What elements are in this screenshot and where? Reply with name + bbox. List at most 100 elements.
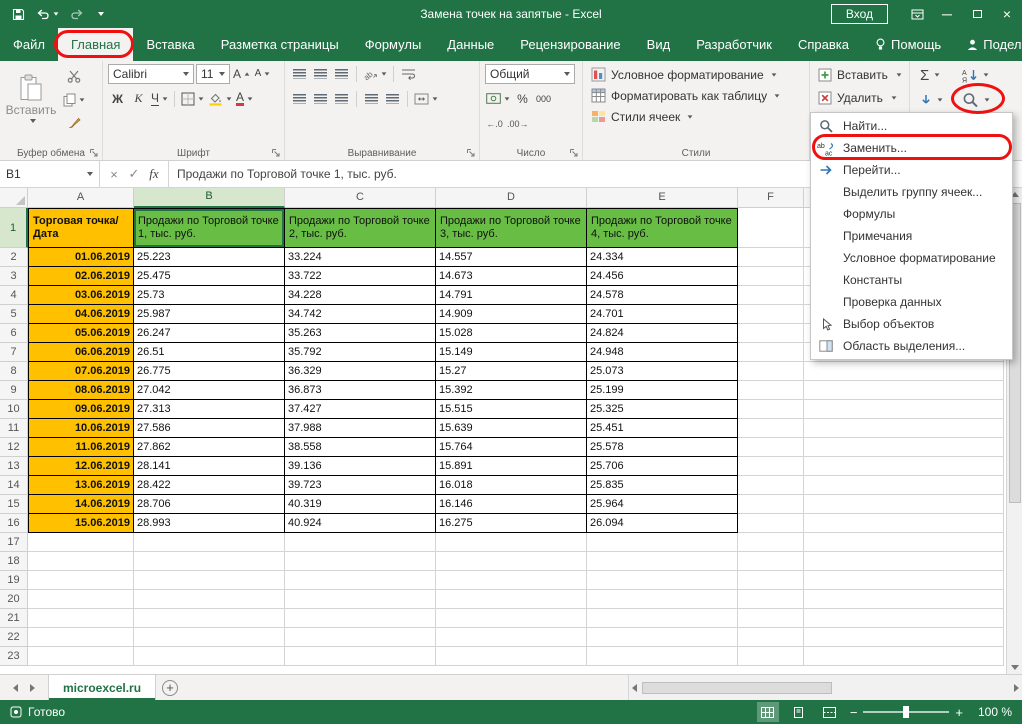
cell-E4[interactable]: 24.578	[587, 286, 738, 305]
cell-E5[interactable]: 24.701	[587, 305, 738, 324]
zoom-slider-thumb[interactable]	[903, 706, 909, 718]
conditional-formatting-button[interactable]: Условное форматирование	[585, 64, 807, 85]
menu-item-selection-pane[interactable]: Область выделения...	[811, 335, 1012, 357]
cell-D4[interactable]: 14.791	[436, 286, 587, 305]
cell-D3[interactable]: 14.673	[436, 267, 587, 286]
scroll-down-icon[interactable]	[1011, 665, 1019, 670]
column-header-C[interactable]: C	[285, 188, 436, 208]
row-header-23[interactable]: 23	[0, 647, 28, 666]
cell-A15[interactable]: 14.06.2019	[28, 495, 134, 514]
cell-D11[interactable]: 15.639	[436, 419, 587, 438]
paste-button[interactable]: Вставить	[4, 64, 58, 132]
cell-D16[interactable]: 16.275	[436, 514, 587, 533]
cell-B3[interactable]: 25.475	[134, 267, 285, 286]
comma-style-button[interactable]: 000	[534, 89, 553, 108]
cell-E10[interactable]: 25.325	[587, 400, 738, 419]
cut-button[interactable]	[62, 67, 86, 86]
qat-customize-button[interactable]	[95, 12, 104, 16]
number-format-select[interactable]: Общий	[485, 64, 575, 84]
cell-C7[interactable]: 35.792	[285, 343, 436, 362]
cell-A6[interactable]: 05.06.2019	[28, 324, 134, 343]
cell-G8[interactable]	[804, 362, 1004, 381]
cell-C19[interactable]	[285, 571, 436, 590]
cell-D8[interactable]: 15.27	[436, 362, 587, 381]
cell-D15[interactable]: 16.146	[436, 495, 587, 514]
cell-F21[interactable]	[738, 609, 804, 628]
wrap-text-button[interactable]	[399, 64, 418, 83]
tab-data[interactable]: Данные	[434, 28, 507, 61]
sheet-tab-active[interactable]: microexcel.ru	[48, 675, 156, 700]
cell-G17[interactable]	[804, 533, 1004, 552]
delete-cells-button[interactable]: Удалить	[812, 88, 907, 108]
cell-D17[interactable]	[436, 533, 587, 552]
cell-B12[interactable]: 27.862	[134, 438, 285, 457]
tab-help[interactable]: Справка	[785, 28, 862, 61]
cell-F19[interactable]	[738, 571, 804, 590]
row-header-8[interactable]: 8	[0, 362, 28, 381]
cell-A16[interactable]: 15.06.2019	[28, 514, 134, 533]
cell-D2[interactable]: 14.557	[436, 248, 587, 267]
cell-D23[interactable]	[436, 647, 587, 666]
enter-button[interactable]: ✓	[124, 166, 144, 182]
cell-A18[interactable]	[28, 552, 134, 571]
format-painter-button[interactable]	[62, 113, 86, 132]
cell-F7[interactable]	[738, 343, 804, 362]
cell-G13[interactable]	[804, 457, 1004, 476]
row-header-12[interactable]: 12	[0, 438, 28, 457]
row-header-10[interactable]: 10	[0, 400, 28, 419]
row-header-14[interactable]: 14	[0, 476, 28, 495]
cell-B2[interactable]: 25.223	[134, 248, 285, 267]
sign-in-button[interactable]: Вход	[831, 4, 888, 24]
cell-F5[interactable]	[738, 305, 804, 324]
align-top-button[interactable]	[290, 64, 309, 83]
cell-B8[interactable]: 26.775	[134, 362, 285, 381]
cell-C18[interactable]	[285, 552, 436, 571]
horizontal-scrollbar[interactable]	[628, 675, 1022, 700]
menu-item-select-objects[interactable]: Выбор объектов	[811, 313, 1012, 335]
cell-E13[interactable]: 25.706	[587, 457, 738, 476]
cell-A12[interactable]: 11.06.2019	[28, 438, 134, 457]
horizontal-scrollbar-thumb[interactable]	[642, 682, 832, 694]
alignment-dialog-launcher-icon[interactable]	[466, 148, 476, 158]
menu-item-conditional-formatting[interactable]: Условное форматирование	[811, 247, 1012, 269]
cell-B23[interactable]	[134, 647, 285, 666]
cell-B13[interactable]: 28.141	[134, 457, 285, 476]
row-header-9[interactable]: 9	[0, 381, 28, 400]
tab-page-layout[interactable]: Разметка страницы	[208, 28, 352, 61]
cell-B9[interactable]: 27.042	[134, 381, 285, 400]
row-header-2[interactable]: 2	[0, 248, 28, 267]
decrease-decimal-button[interactable]: .00→	[506, 114, 530, 133]
cell-B5[interactable]: 25.987	[134, 305, 285, 324]
row-header-18[interactable]: 18	[0, 552, 28, 571]
cell-E19[interactable]	[587, 571, 738, 590]
orientation-button[interactable]: ab	[362, 64, 388, 83]
close-button[interactable]: ×	[992, 0, 1022, 28]
row-header-3[interactable]: 3	[0, 267, 28, 286]
accounting-format-button[interactable]	[485, 89, 511, 108]
cell-A10[interactable]: 09.06.2019	[28, 400, 134, 419]
cell-D21[interactable]	[436, 609, 587, 628]
select-all-corner[interactable]	[0, 188, 28, 208]
row-header-5[interactable]: 5	[0, 305, 28, 324]
maximize-button[interactable]	[962, 0, 992, 28]
tab-home[interactable]: Главная	[58, 28, 133, 61]
cell-C14[interactable]: 39.723	[285, 476, 436, 495]
row-header-19[interactable]: 19	[0, 571, 28, 590]
cell-A17[interactable]	[28, 533, 134, 552]
cell-F1[interactable]	[738, 208, 804, 248]
cell-D19[interactable]	[436, 571, 587, 590]
cell-C22[interactable]	[285, 628, 436, 647]
cell-F20[interactable]	[738, 590, 804, 609]
cell-B19[interactable]	[134, 571, 285, 590]
cell-E8[interactable]: 25.073	[587, 362, 738, 381]
tab-developer[interactable]: Разработчик	[683, 28, 785, 61]
cell-C6[interactable]: 35.263	[285, 324, 436, 343]
cell-B15[interactable]: 28.706	[134, 495, 285, 514]
cell-F16[interactable]	[738, 514, 804, 533]
cell-D12[interactable]: 15.764	[436, 438, 587, 457]
cell-E22[interactable]	[587, 628, 738, 647]
zoom-slider[interactable]	[863, 711, 949, 713]
cell-E18[interactable]	[587, 552, 738, 571]
zoom-level[interactable]: 100 %	[972, 705, 1012, 719]
cell-E2[interactable]: 24.334	[587, 248, 738, 267]
